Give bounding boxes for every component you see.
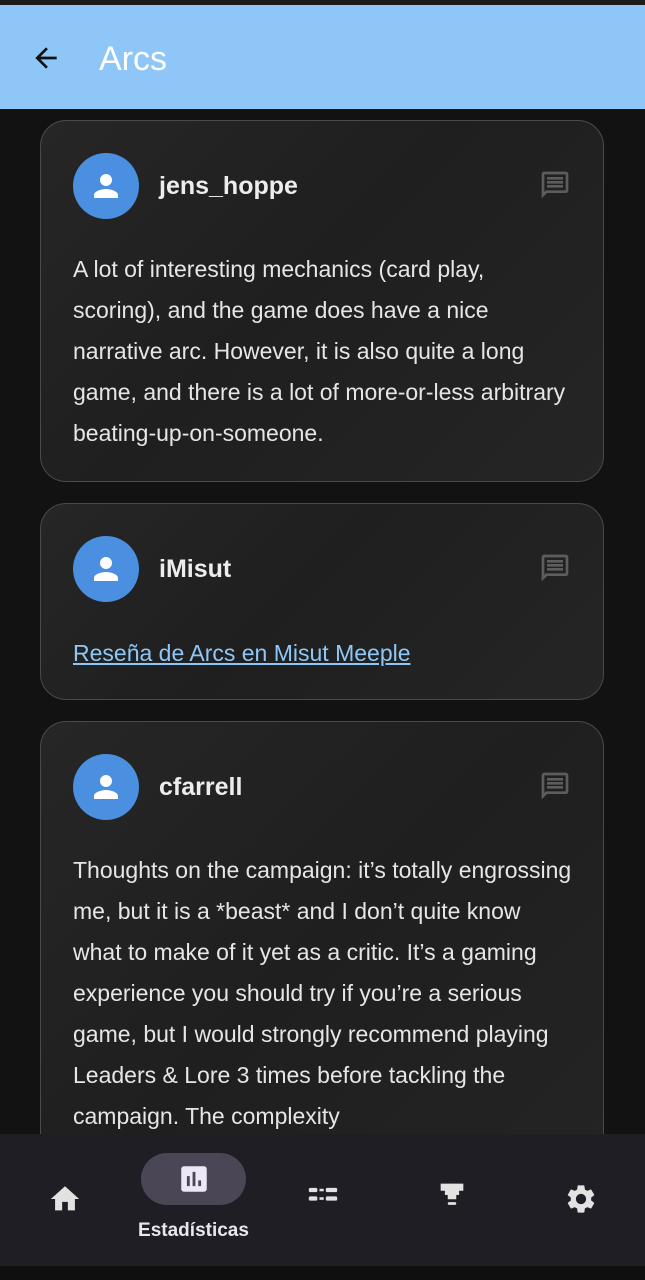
review-card: iMisut Reseña de Arcs en Misut Meeple — [40, 503, 604, 700]
system-nav-bar — [0, 1266, 645, 1280]
comment-icon[interactable] — [539, 552, 571, 584]
review-link[interactable]: Reseña de Arcs en Misut Meeple — [73, 633, 411, 674]
review-text: A lot of interesting mechanics (card pla… — [73, 256, 566, 446]
list-icon — [308, 1187, 337, 1201]
review-text: Thoughts on the campaign: it’s totally e… — [73, 857, 572, 1129]
nav-label-statistics: Estadísticas — [138, 1220, 249, 1241]
nav-item-lists[interactable] — [258, 1134, 387, 1266]
back-arrow-icon[interactable] — [30, 42, 62, 74]
avatar — [73, 754, 139, 820]
review-username[interactable]: jens_hoppe — [159, 169, 298, 203]
person-icon — [94, 557, 118, 581]
comment-icon[interactable] — [539, 169, 571, 201]
review-username[interactable]: iMisut — [159, 552, 231, 586]
nav-item-meeple[interactable] — [387, 1134, 516, 1266]
nav-item-settings[interactable] — [516, 1134, 645, 1266]
avatar — [73, 536, 139, 602]
review-card: cfarrell Thoughts on the campaign: it’s … — [40, 721, 604, 1134]
comment-icon[interactable] — [539, 770, 571, 802]
bottom-navigation: Estadísticas — [0, 1134, 645, 1266]
review-card: jens_hoppe A lot of interesting mechanic… — [40, 120, 604, 482]
review-username[interactable]: cfarrell — [159, 770, 242, 804]
nav-item-home[interactable] — [0, 1134, 129, 1266]
bar-chart-icon — [180, 1166, 207, 1192]
avatar — [73, 153, 139, 219]
gear-icon — [567, 1185, 594, 1213]
home-icon — [50, 1186, 79, 1211]
person-icon — [94, 174, 118, 198]
page-title: Arcs — [99, 40, 167, 78]
nav-item-statistics[interactable] — [129, 1134, 258, 1266]
person-icon — [94, 775, 118, 799]
app-bar: Arcs — [0, 5, 645, 109]
reviews-list: jens_hoppe A lot of interesting mechanic… — [0, 109, 645, 1134]
meeple-icon — [440, 1183, 463, 1205]
